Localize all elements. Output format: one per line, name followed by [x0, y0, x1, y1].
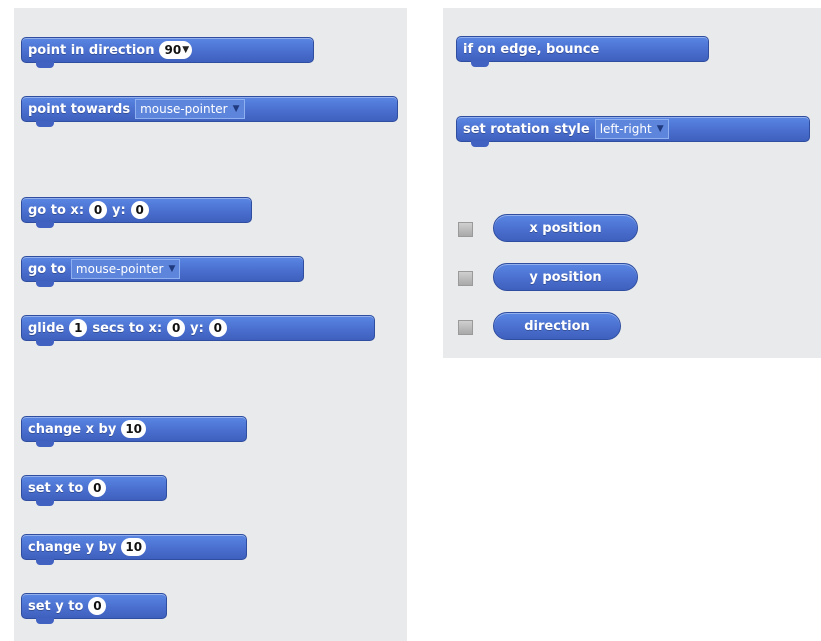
dropdown-value: left-right [599, 122, 652, 136]
y-position-reporter[interactable]: y position [493, 263, 638, 291]
block-label: go to [28, 261, 66, 277]
value-input[interactable]: 10 [121, 420, 147, 438]
block-label: point in direction [28, 42, 155, 58]
dropdown-arrow-icon: ▼ [168, 264, 176, 274]
value-input[interactable]: 0 [88, 479, 107, 497]
rotation-style-dropdown[interactable]: left-right ▼ [594, 119, 669, 139]
rotation-style-block[interactable]: set rotation style left-right ▼ [456, 116, 810, 147]
go-to-block[interactable]: go to mouse-pointer ▼ [21, 256, 304, 287]
block-label: change x by [28, 421, 117, 437]
block-label: go to x: [28, 202, 85, 218]
direction-value: 90 [164, 43, 182, 57]
block-label: change y by [28, 539, 117, 555]
value-input[interactable]: 0 [88, 597, 107, 615]
target-dropdown[interactable]: mouse-pointer ▼ [70, 259, 181, 279]
reporter-label: y position [529, 269, 602, 285]
dropdown-arrow-icon: ▼ [232, 104, 240, 114]
point-towards-block[interactable]: point towards mouse-pointer ▼ [21, 96, 398, 127]
secs-label: secs to x: [92, 320, 163, 336]
reporter-label: direction [524, 318, 590, 334]
block-label: if on edge, bounce [463, 41, 600, 57]
block-label: glide [28, 320, 65, 336]
set-x-block[interactable]: set x to 0 [21, 475, 167, 506]
glide-block[interactable]: glide 1 secs to x: 0 y: 0 [21, 315, 375, 346]
dropdown-arrow-icon: ▼ [656, 124, 664, 134]
x-input[interactable]: 0 [167, 319, 186, 337]
direction-reporter[interactable]: direction [493, 312, 621, 340]
block-label: set rotation style [463, 121, 590, 137]
point-in-direction-block[interactable]: point in direction 90 ▼ [21, 37, 314, 68]
block-label: set y to [28, 598, 84, 614]
secs-input[interactable]: 1 [69, 319, 88, 337]
set-y-block[interactable]: set y to 0 [21, 593, 167, 624]
y-label: y: [190, 320, 204, 336]
direction-checkbox[interactable] [458, 320, 473, 335]
reporter-label: x position [529, 220, 602, 236]
x-position-checkbox[interactable] [458, 222, 473, 237]
y-input[interactable]: 0 [208, 319, 227, 337]
dropdown-value: mouse-pointer [140, 102, 228, 116]
bounce-block[interactable]: if on edge, bounce [456, 36, 709, 67]
x-position-reporter[interactable]: x position [493, 214, 638, 242]
x-input[interactable]: 0 [89, 201, 108, 219]
go-to-xy-block[interactable]: go to x: 0 y: 0 [21, 197, 252, 228]
change-x-block[interactable]: change x by 10 [21, 416, 247, 447]
block-label: set x to [28, 480, 84, 496]
value-input[interactable]: 10 [121, 538, 147, 556]
direction-input[interactable]: 90 ▼ [159, 41, 193, 59]
dropdown-arrow-icon: ▼ [182, 45, 190, 55]
y-label: y: [112, 202, 126, 218]
y-position-checkbox[interactable] [458, 271, 473, 286]
change-y-block[interactable]: change y by 10 [21, 534, 247, 565]
dropdown-value: mouse-pointer [75, 262, 164, 276]
target-dropdown[interactable]: mouse-pointer ▼ [135, 99, 245, 119]
y-input[interactable]: 0 [130, 201, 149, 219]
block-label: point towards [28, 101, 131, 117]
